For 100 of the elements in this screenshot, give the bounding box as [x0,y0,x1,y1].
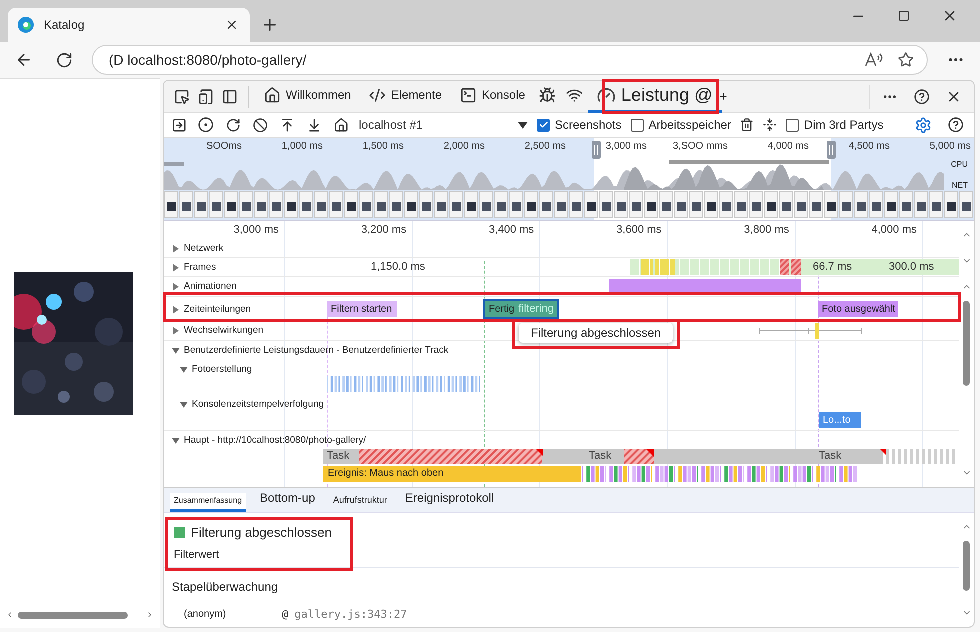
expand-arrow-icon[interactable] [172,244,180,252]
help-icon[interactable] [914,88,930,104]
time-tick-label: 3,200 ms [361,224,407,236]
back-button[interactable] [15,51,33,69]
track-label[interactable]: Wechselwirkungen [184,325,264,336]
overview-tick-label: 1,000 ms [282,141,323,152]
scrollbar-thumb[interactable] [963,541,970,591]
tooltip: Filterung abgeschlossen [519,323,674,343]
favorite-star-icon[interactable] [898,52,914,68]
address-bar[interactable]: (D localhost:8080/photo-gallery/ [92,45,928,75]
maximize-button[interactable] [898,10,910,22]
track-label[interactable]: Konsolenzeitstempelverfolgung [192,399,324,410]
event-label: Ereignis: Maus nach oben [328,468,444,479]
detail-tab[interactable]: Ereignisprotokoll [401,488,498,512]
track-label[interactable]: Animationen [184,281,237,292]
timing-marker[interactable]: Fertig filtering [485,301,557,317]
task-label: Task [589,450,612,462]
download-icon[interactable] [306,118,322,132]
collapse-arrow-icon[interactable] [172,436,180,444]
expand-arrow-icon[interactable] [172,306,180,314]
track-label[interactable]: Frames [184,262,216,273]
scroll-right-icon[interactable] [146,610,154,620]
track-label[interactable]: Netzwerk [184,243,224,254]
expand-arrow-icon[interactable] [172,264,180,272]
tool-tab[interactable]: Willkommen [255,81,360,112]
net-label: NET [952,181,968,190]
detail-tab[interactable]: Zusammenfassung [170,493,246,512]
range-handle[interactable] [827,141,836,159]
range-handle[interactable] [592,141,601,159]
collapse-arrow-icon[interactable] [180,366,188,374]
bug-icon [539,86,556,104]
collapse-arrow-icon[interactable] [172,346,180,354]
timing-marker[interactable]: Foto ausgewählt [818,301,898,317]
upload-icon[interactable] [280,118,294,132]
load-profile-icon[interactable] [172,118,186,132]
help-icon[interactable] [948,117,964,133]
stack-heading: Stapelüberwachung [172,580,280,594]
overview-tick-label: 4,000 ms [768,141,809,152]
scrollbar-thumb[interactable] [963,301,970,386]
terminal-icon [460,86,478,104]
tool-tab[interactable]: Konsole [451,81,534,112]
overview-tick-label: 2,500 ms [524,141,566,152]
overview-tick-label: 3,000 ms [606,141,647,152]
frame-duration: 300.0 ms [889,261,934,273]
add-tool-button[interactable]: + [720,89,728,104]
reload-record-icon[interactable] [226,118,240,132]
expand-arrow-icon[interactable] [172,326,180,334]
time-tick-label: 4,000 ms [872,224,917,236]
dropdown-caret-icon[interactable] [518,122,528,128]
detail-tab[interactable]: Bottom-up [256,488,320,512]
overview-tick-label: 2,000 ms [444,141,485,152]
checkbox-option[interactable]: Arbeitsspeicher [630,118,732,132]
collapse-icon[interactable] [763,118,778,132]
cpu-label: CPU [951,160,968,169]
timing-marker[interactable]: Filtern starten [327,301,397,317]
close-tab-button[interactable] [225,18,239,32]
source-link[interactable]: gallery.js:343:27 [294,608,408,621]
read-aloud-icon[interactable] [865,52,883,68]
summary-title: Filterung abgeschlossen [191,525,332,540]
inspect-icon[interactable] [174,88,190,104]
collapse-arrow-icon[interactable] [180,400,188,408]
record-icon[interactable] [198,117,214,133]
track-label[interactable]: Fotoerstellung [192,364,252,375]
time-tick-label: 3,800 ms [744,224,790,236]
overview-tick-label: 4,500 ms [848,141,890,152]
scroll-left-icon[interactable] [6,610,14,620]
settings-icon[interactable] [914,116,932,134]
home-icon [264,86,281,104]
scrollbar-thumb[interactable] [18,612,128,618]
browser-tab[interactable]: Katalog [8,8,250,42]
time-tick-label: 3,000 ms [234,224,279,236]
checkbox-option[interactable]: Dim 3rd Partys [786,118,884,132]
clear-icon[interactable] [252,118,268,132]
target-select[interactable]: localhost #1 [359,118,509,132]
tool-tab[interactable]: Leistung @ [588,81,722,112]
detail-tab[interactable]: Aufrufstruktur [329,492,392,512]
time-tick-label: 3,400 ms [488,224,534,236]
device-icon[interactable] [198,88,214,104]
reload-button[interactable] [56,52,72,68]
new-tab-button[interactable] [261,16,279,34]
track-label[interactable]: Zeiteinteilungen [184,304,252,315]
overview-tick-label: 1,500 ms [362,141,404,152]
track-label[interactable]: Benutzerdefinierte Leistungsdauern - Benutzerdefinierter Track [184,345,449,356]
home-icon[interactable] [334,118,348,132]
track-label[interactable]: Haupt - http://10calhost:8080/photo-gallery/ [184,435,366,446]
tool-tab[interactable]: Elemente [360,81,452,112]
trash-icon[interactable] [740,118,754,132]
task-label: Task [327,450,350,462]
task-label: Task [819,450,842,462]
function-name: (anonym) [184,609,228,620]
gauge-icon [597,86,616,104]
summary-detail: Filterwert [174,549,220,561]
checkbox-option[interactable]: Screenshots [537,118,622,132]
expand-arrow-icon[interactable] [172,282,180,290]
code-icon [369,86,386,104]
checkmark-icon [538,120,548,130]
overview-tick-label: 3,SOO mms [672,141,728,152]
at-sign: @ [282,608,289,621]
overview-tick-label: SOOms [206,141,242,152]
panel-icon[interactable] [222,88,238,104]
